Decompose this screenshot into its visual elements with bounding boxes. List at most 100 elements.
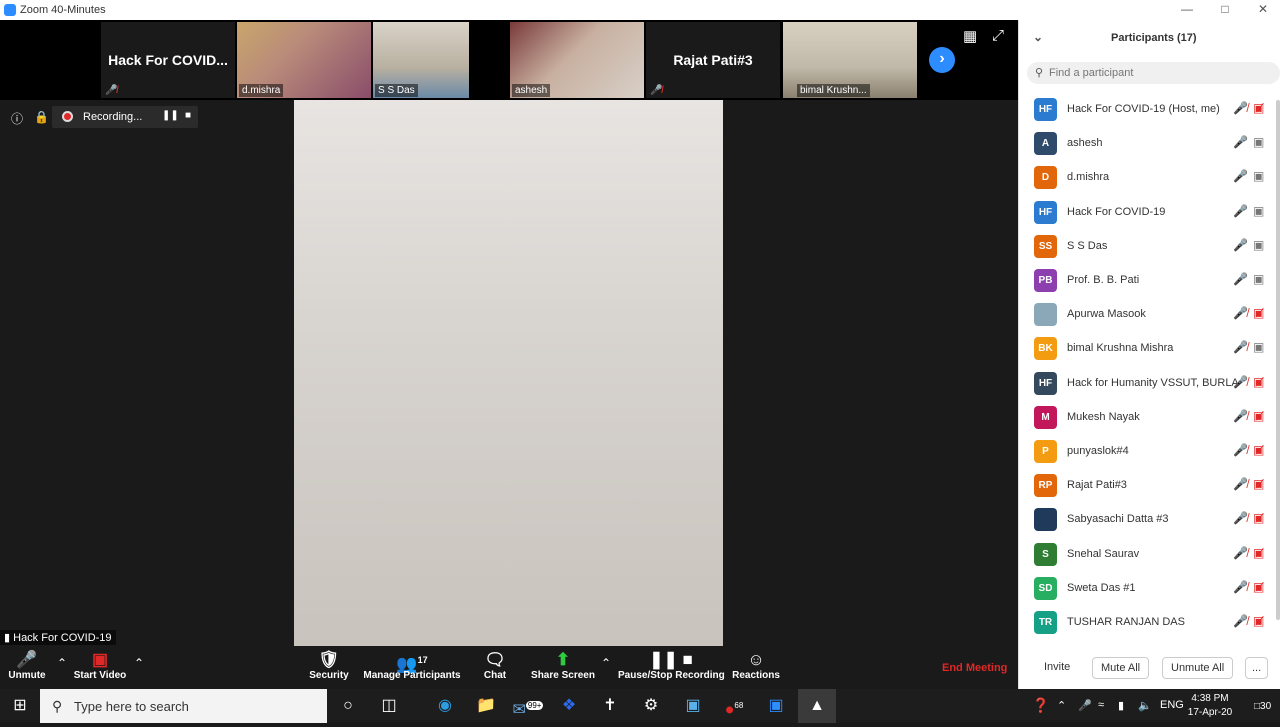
end-meeting-button[interactable]: End Meeting (942, 662, 1007, 674)
file-explorer-icon[interactable]: 📁 (467, 689, 505, 723)
participant-row[interactable]: Apurwa Masook 🎤̸ ▣̸ (1019, 297, 1280, 331)
audio-options-caret-icon[interactable]: ⌃ (57, 656, 67, 670)
video-off-icon[interactable]: ▣̸ (1253, 375, 1264, 389)
participant-row[interactable]: Sabyasachi Datta #3 🎤̸ ▣̸ (1019, 502, 1280, 536)
more-options-button[interactable]: ... (1245, 657, 1269, 679)
participant-row[interactable]: M Mukesh Nayak 🎤̸ ▣̸ (1019, 400, 1280, 434)
mic-icon[interactable]: 🎤 (1233, 272, 1248, 286)
participant-row[interactable]: Ppunyaslok#4 🎤̸ ▣̸ (1019, 434, 1280, 468)
volume-icon[interactable]: 🔈 (1138, 699, 1152, 712)
video-tile[interactable]: ashesh (510, 22, 644, 98)
participant-row[interactable]: BK bimal Krushna Mishra 🎤̸ ▣ (1019, 331, 1280, 365)
language-indicator[interactable]: ENG (1160, 699, 1184, 711)
video-off-icon[interactable]: ▣̸ (1253, 477, 1264, 491)
search-input[interactable] (1049, 65, 1274, 81)
participant-row[interactable]: SS S S Das 🎤 ▣ (1019, 229, 1280, 263)
muted-mic-icon[interactable]: 🎤̸ (1233, 306, 1248, 320)
encryption-lock-icon[interactable]: 🔒 (34, 110, 49, 124)
participant-row[interactable]: RP Rajat Pati#3 🎤̸ ▣̸ (1019, 468, 1280, 502)
close-button[interactable]: ✕ (1252, 2, 1274, 18)
video-tile[interactable]: Hack For COVID... 🎤̸ (101, 22, 235, 98)
video-off-icon[interactable]: ▣̸ (1253, 101, 1264, 115)
minimize-button[interactable]: — (1176, 2, 1198, 18)
muted-mic-icon[interactable]: 🎤̸ (1233, 443, 1248, 457)
windows-start-icon[interactable]: ⊞ (0, 689, 40, 723)
video-icon[interactable]: ▣ (1253, 169, 1264, 183)
participant-row[interactable]: Dd.mishra 🎤 ▣ (1019, 160, 1280, 194)
video-off-icon[interactable]: ▣̸ (1253, 443, 1264, 457)
info-icon[interactable]: ⓘ (11, 110, 23, 127)
muted-mic-icon[interactable]: 🎤̸ (1233, 409, 1248, 423)
participant-row[interactable]: SD Sweta Das #1 🎤̸ ▣̸ (1019, 571, 1280, 605)
video-off-icon[interactable]: ▣̸ (1253, 580, 1264, 594)
task-view-icon[interactable]: ◫ (370, 689, 408, 723)
mic-icon[interactable]: 🎤 (1233, 204, 1248, 218)
participant-row[interactable]: Aashesh 🎤 ▣ (1019, 126, 1280, 160)
zoom-meeting-taskbar-icon[interactable]: ▲ (798, 689, 836, 723)
participant-row[interactable]: HF Hack for Humanity VSSUT, BURLA 🎤̸ ▣̸ (1019, 366, 1280, 400)
chat-button[interactable]: 🗨 Chat (475, 646, 515, 689)
video-off-icon[interactable]: ▣̸ (1253, 614, 1264, 628)
mute-all-button[interactable]: Mute All (1092, 657, 1150, 679)
mail-icon[interactable]: ✉ 99+ (509, 689, 547, 723)
muted-mic-icon[interactable]: 🎤̸ (1233, 101, 1248, 115)
maximize-button[interactable]: □ (1214, 2, 1236, 18)
video-icon[interactable]: ▣ (1253, 135, 1264, 149)
video-tile[interactable]: d.mishra (237, 22, 371, 98)
video-options-caret-icon[interactable]: ⌃ (134, 656, 144, 670)
participant-row[interactable]: TR TUSHAR RANJAN DAS 🎤̸ ▣̸ (1019, 605, 1280, 639)
pause-recording-icon[interactable]: ❚❚ (162, 110, 179, 121)
share-options-caret-icon[interactable]: ⌃ (601, 656, 611, 670)
panel-scrollbar[interactable] (1276, 100, 1280, 620)
unmute-button[interactable]: 🎤 Unmute (4, 646, 50, 689)
video-tile[interactable]: S S Das (373, 22, 469, 98)
stop-recording-icon[interactable]: ■ (185, 110, 191, 121)
video-icon[interactable]: ▣ (1253, 238, 1264, 252)
photos-icon[interactable]: ▣ (674, 689, 712, 723)
collapse-chevron-icon[interactable]: ⌄ (1033, 30, 1043, 44)
app-icon[interactable]: ✝ (591, 689, 629, 723)
video-icon[interactable]: ▣ (1253, 340, 1264, 354)
next-page-button[interactable]: › (929, 47, 955, 73)
video-off-icon[interactable]: ▣̸ (1253, 409, 1264, 423)
participant-search[interactable]: ⚲ (1027, 62, 1280, 84)
muted-mic-icon[interactable]: 🎤̸ (1233, 477, 1248, 491)
mic-icon[interactable]: 🎤 (1233, 169, 1248, 183)
reactions-button[interactable]: ☺ Reactions (730, 646, 782, 689)
notification-center-icon[interactable]: □30 (1254, 701, 1271, 712)
wifi-icon[interactable]: ≈ (1098, 699, 1104, 711)
help-icon[interactable]: ❓ (1032, 697, 1049, 714)
start-video-button[interactable]: ▣ Start Video (70, 646, 130, 689)
video-icon[interactable]: ▣ (1253, 272, 1264, 286)
pause-stop-recording-button[interactable]: ❚❚ ■ Pause/Stop Recording (618, 646, 725, 689)
participant-row[interactable]: S Snehal Saurav 🎤̸ ▣̸ (1019, 537, 1280, 571)
participant-row[interactable]: PB Prof. B. B. Pati 🎤 ▣ (1019, 263, 1280, 297)
cortana-icon[interactable]: ○ (329, 689, 367, 723)
whatsapp-icon[interactable]: ●68 (715, 689, 753, 723)
gallery-view-icon[interactable]: ▦ (963, 27, 977, 45)
mic-tray-icon[interactable]: 🎤 (1078, 699, 1092, 712)
video-tile[interactable]: Rajat Pati#3 🎤̸ (646, 22, 780, 98)
security-button[interactable]: 🛡 Security (305, 646, 353, 689)
taskbar-search[interactable]: ⚲ Type here to search (40, 689, 327, 723)
muted-mic-icon[interactable]: 🎤̸ (1233, 340, 1248, 354)
participant-row[interactable]: HF Hack For COVID-19 (Host, me) 🎤̸ ▣̸ (1019, 92, 1280, 126)
participant-row[interactable]: HF Hack For COVID-19 🎤 ▣ (1019, 195, 1280, 229)
muted-mic-icon[interactable]: 🎤̸ (1233, 375, 1248, 389)
share-screen-button[interactable]: ⬆ Share Screen (530, 646, 596, 689)
video-icon[interactable]: ▣ (1253, 204, 1264, 218)
edge-icon[interactable]: ◉ (426, 689, 464, 723)
clock[interactable]: 4:38 PM 17-Apr-20 (1186, 692, 1234, 720)
video-off-icon[interactable]: ▣̸ (1253, 546, 1264, 560)
video-tile[interactable]: bimal Krushn... (783, 22, 917, 98)
muted-mic-icon[interactable]: 🎤̸ (1233, 580, 1248, 594)
video-off-icon[interactable]: ▣̸ (1253, 306, 1264, 320)
video-off-icon[interactable]: ▣̸ (1253, 511, 1264, 525)
unmute-all-button[interactable]: Unmute All (1162, 657, 1234, 679)
mic-icon[interactable]: 🎤 (1233, 135, 1248, 149)
tray-chevron-icon[interactable]: ⌃ (1057, 699, 1066, 712)
dropbox-icon[interactable]: ❖ (550, 689, 588, 723)
muted-mic-icon[interactable]: 🎤̸ (1233, 546, 1248, 560)
settings-gear-icon[interactable]: ⚙ (632, 689, 670, 723)
mic-icon[interactable]: 🎤 (1233, 238, 1248, 252)
